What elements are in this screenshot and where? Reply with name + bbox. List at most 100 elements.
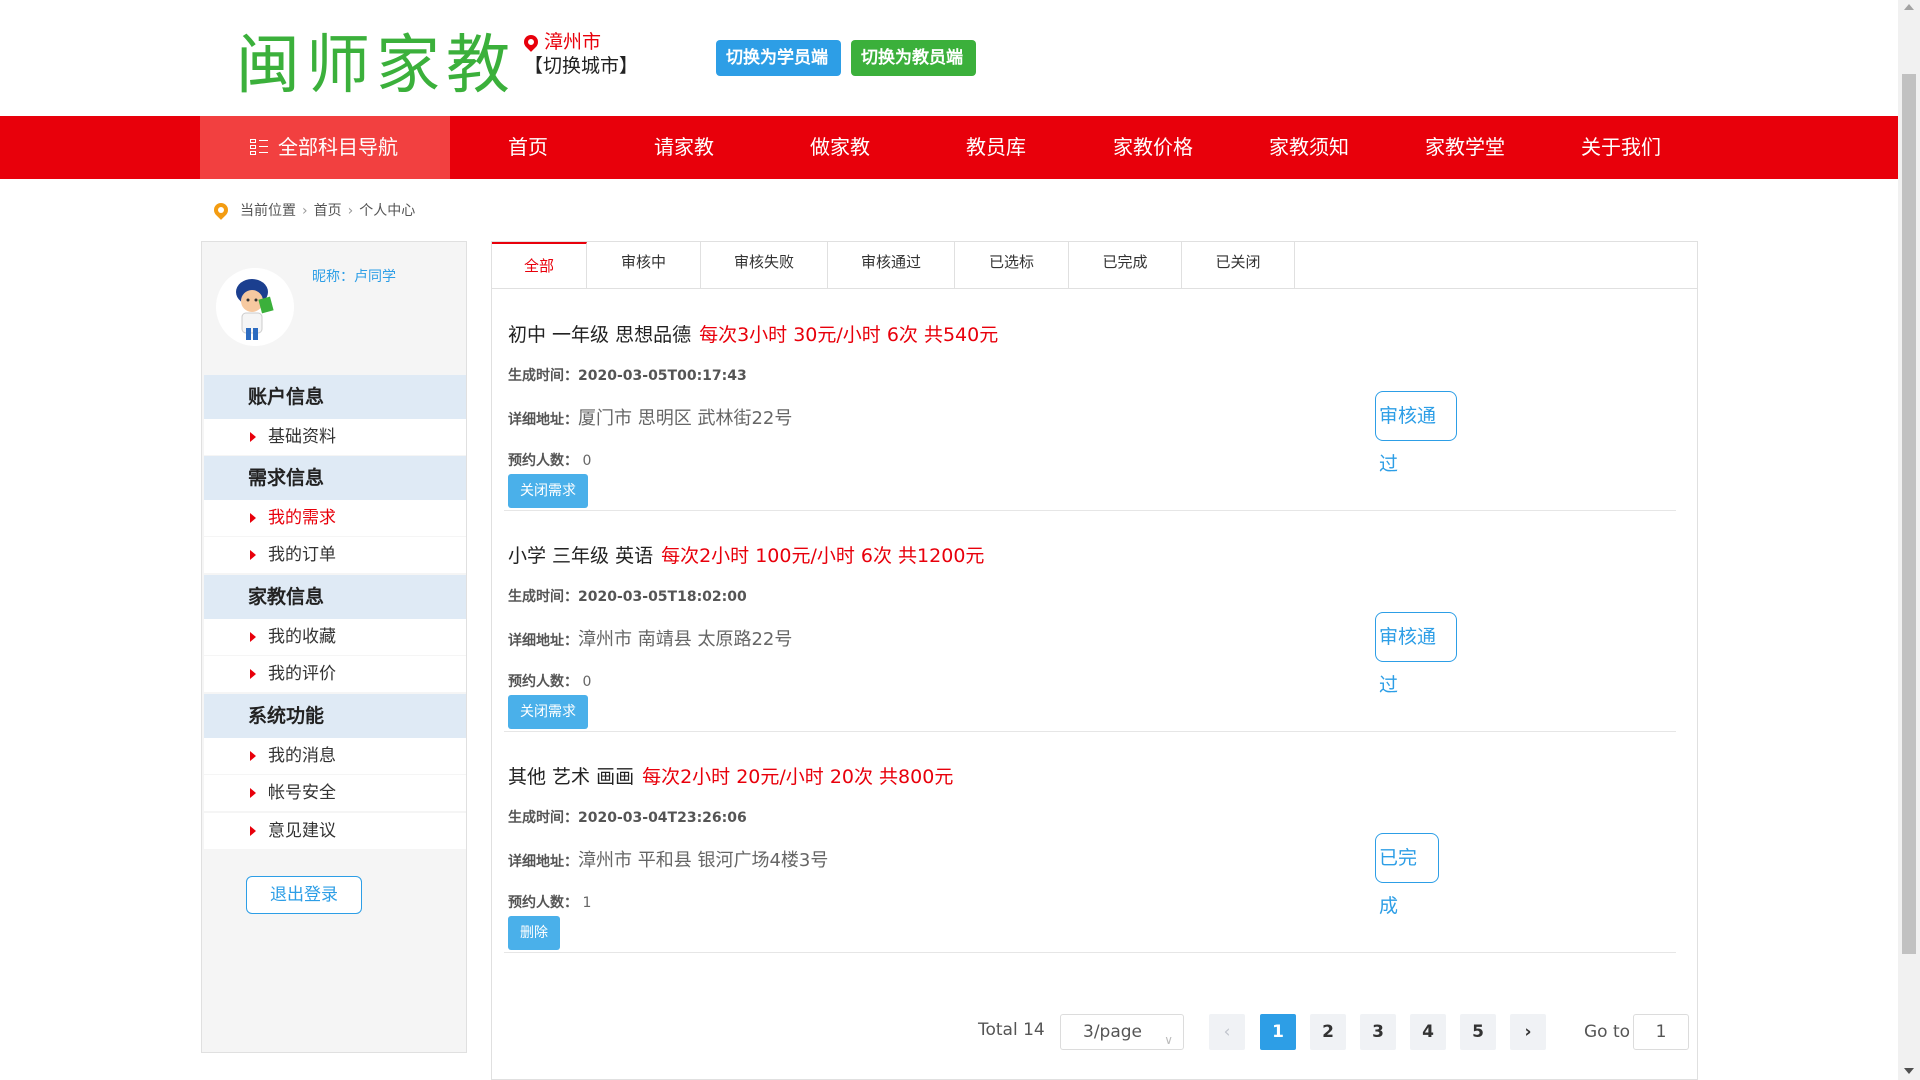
sidebar-item-security[interactable]: 帐号安全: [204, 775, 466, 811]
sidebar-item-label: 我的收藏: [268, 627, 336, 647]
order-created: 生成时间：2020-03-05T00:17:43: [508, 365, 747, 385]
tab-selected[interactable]: 已选标: [955, 242, 1069, 288]
sidebar-item-label: 帐号安全: [268, 783, 336, 803]
logout-button[interactable]: 退出登录: [246, 876, 362, 914]
chevron-right-icon: ›: [347, 203, 354, 219]
site-logo[interactable]: 闽师家教: [236, 14, 516, 106]
delete-button[interactable]: 删除: [508, 916, 560, 950]
prev-page-button[interactable]: ‹: [1209, 1014, 1245, 1050]
status-badge[interactable]: 审核通过: [1375, 391, 1457, 475]
goto-page-input[interactable]: 1: [1633, 1014, 1689, 1050]
order-price: 每次2小时 100元/小时 6次 共1200元: [661, 545, 985, 567]
order-subject: 其他 艺术 画画: [508, 766, 635, 788]
all-subjects-label: 全部科目导航: [278, 135, 398, 159]
switch-student-button[interactable]: 切换为学员端: [716, 40, 841, 76]
created-value: 2020-03-05T18:02:00: [578, 589, 747, 605]
sidebar-item-label: 基础资料: [268, 427, 336, 447]
location-pin-icon: [521, 32, 541, 52]
requests-panel: 全部 审核中 审核失败 审核通过 已选标 已完成 已关闭 初中 一年级 思想品德…: [491, 241, 1698, 1080]
page-scrollbar[interactable]: [1898, 0, 1920, 1080]
created-value: 2020-03-04T23:26:06: [578, 810, 747, 826]
city-name: 漳州市: [544, 31, 602, 53]
location-icon: [211, 200, 231, 220]
order-address: 详细地址：漳州市 南靖县 太原路22号: [508, 625, 792, 651]
tab-reviewing[interactable]: 审核中: [587, 242, 701, 288]
main-nav: 全部科目导航 首页 请家教 做家教 教员库 家教价格 家教须知 家教学堂 关于我…: [0, 116, 1898, 179]
city-selector[interactable]: 漳州市 【切换城市】: [521, 30, 638, 78]
nav-item-notice[interactable]: 家教须知: [1231, 116, 1387, 179]
page-button-3[interactable]: 3: [1360, 1014, 1396, 1050]
tab-review-failed[interactable]: 审核失败: [701, 242, 828, 288]
triangle-right-icon: [250, 432, 256, 442]
sidebar-item-label: 我的订单: [268, 545, 336, 565]
created-value: 2020-03-05T00:17:43: [578, 368, 747, 384]
tab-review-passed[interactable]: 审核通过: [828, 242, 955, 288]
sidebar-item-label: 我的消息: [268, 746, 336, 766]
tab-all[interactable]: 全部: [492, 242, 587, 288]
address-value: 漳州市 南靖县 太原路22号: [578, 629, 793, 650]
pagination: Total 14 3/page ∨ ‹ 1 2 3 4 5 › Go to 1: [492, 1012, 1697, 1052]
nav-item-about[interactable]: 关于我们: [1543, 116, 1699, 179]
scroll-up-arrow-icon[interactable]: [1904, 4, 1914, 10]
nav-item-school[interactable]: 家教学堂: [1387, 116, 1543, 179]
bookings-label: 预约人数：: [508, 453, 578, 469]
page-size-select[interactable]: 3/page ∨: [1060, 1014, 1184, 1050]
page-size-value: 3/page: [1083, 1022, 1143, 1042]
close-request-button[interactable]: 关闭需求: [508, 474, 588, 508]
order-price: 每次2小时 20元/小时 20次 共800元: [642, 766, 954, 788]
section-tutoring: 家教信息: [204, 575, 466, 619]
sidebar-item-my-orders[interactable]: 我的订单: [204, 537, 466, 573]
tab-completed[interactable]: 已完成: [1069, 242, 1182, 288]
order-bookings: 预约人数： 0: [508, 671, 591, 691]
chevron-down-icon: ∨: [1164, 1033, 1173, 1047]
scroll-down-arrow-icon[interactable]: [1904, 1068, 1914, 1074]
sidebar-item-basic-info[interactable]: 基础资料: [204, 419, 466, 455]
section-system: 系统功能: [204, 694, 466, 738]
page-button-1[interactable]: 1: [1260, 1014, 1296, 1050]
status-badge[interactable]: 审核通过: [1375, 612, 1457, 696]
sidebar-item-favorites[interactable]: 我的收藏: [204, 619, 466, 655]
sidebar-item-messages[interactable]: 我的消息: [204, 738, 466, 774]
nav-item-home[interactable]: 首页: [450, 116, 606, 179]
switch-teacher-button[interactable]: 切换为教员端: [851, 40, 976, 76]
nav-item-prices[interactable]: 家教价格: [1075, 116, 1231, 179]
sidebar-item-label: 意见建议: [268, 821, 336, 841]
sidebar-item-reviews[interactable]: 我的评价: [204, 656, 466, 692]
triangle-right-icon: [250, 669, 256, 679]
created-label: 生成时间：: [508, 589, 578, 605]
breadcrumb-label: 当前位置: [240, 203, 296, 219]
address-label: 详细地址：: [508, 412, 578, 428]
order-bookings: 预约人数： 0: [508, 450, 591, 470]
page-button-5[interactable]: 5: [1460, 1014, 1496, 1050]
tab-closed[interactable]: 已关闭: [1182, 242, 1295, 288]
bookings-value: 0: [582, 453, 592, 469]
status-badge[interactable]: 已完成: [1375, 833, 1439, 917]
triangle-right-icon: [250, 826, 256, 836]
bookings-value: 1: [582, 895, 592, 911]
order-bookings: 预约人数： 1: [508, 892, 591, 912]
sidebar-item-my-requests[interactable]: 我的需求: [204, 500, 466, 536]
sidebar-item-feedback[interactable]: 意见建议: [204, 813, 466, 849]
created-label: 生成时间：: [508, 368, 578, 384]
breadcrumb-home[interactable]: 首页: [314, 203, 342, 219]
address-label: 详细地址：: [508, 854, 578, 870]
all-subjects-nav[interactable]: 全部科目导航: [200, 116, 450, 179]
scroll-thumb[interactable]: [1902, 74, 1916, 954]
triangle-right-icon: [250, 513, 256, 523]
city-switch-link[interactable]: 【切换城市】: [524, 54, 638, 78]
nav-item-tutor-library[interactable]: 教员库: [918, 116, 1074, 179]
nav-item-request-tutor[interactable]: 请家教: [606, 116, 762, 179]
close-request-button[interactable]: 关闭需求: [508, 695, 588, 729]
order-title: 初中 一年级 思想品德 每次3小时 30元/小时 6次 共540元: [508, 320, 998, 347]
nav-item-be-tutor[interactable]: 做家教: [762, 116, 918, 179]
created-label: 生成时间：: [508, 810, 578, 826]
menu-grid-icon: [250, 139, 268, 156]
page-button-2[interactable]: 2: [1310, 1014, 1346, 1050]
next-page-button[interactable]: ›: [1510, 1014, 1546, 1050]
sidebar-item-label: 我的需求: [268, 508, 336, 528]
order-created: 生成时间：2020-03-04T23:26:06: [508, 807, 747, 827]
status-tabs: 全部 审核中 审核失败 审核通过 已选标 已完成 已关闭: [492, 242, 1697, 289]
order-address: 详细地址：厦门市 思明区 武林街22号: [508, 404, 792, 430]
address-value: 厦门市 思明区 武林街22号: [578, 408, 793, 429]
page-button-4[interactable]: 4: [1410, 1014, 1446, 1050]
